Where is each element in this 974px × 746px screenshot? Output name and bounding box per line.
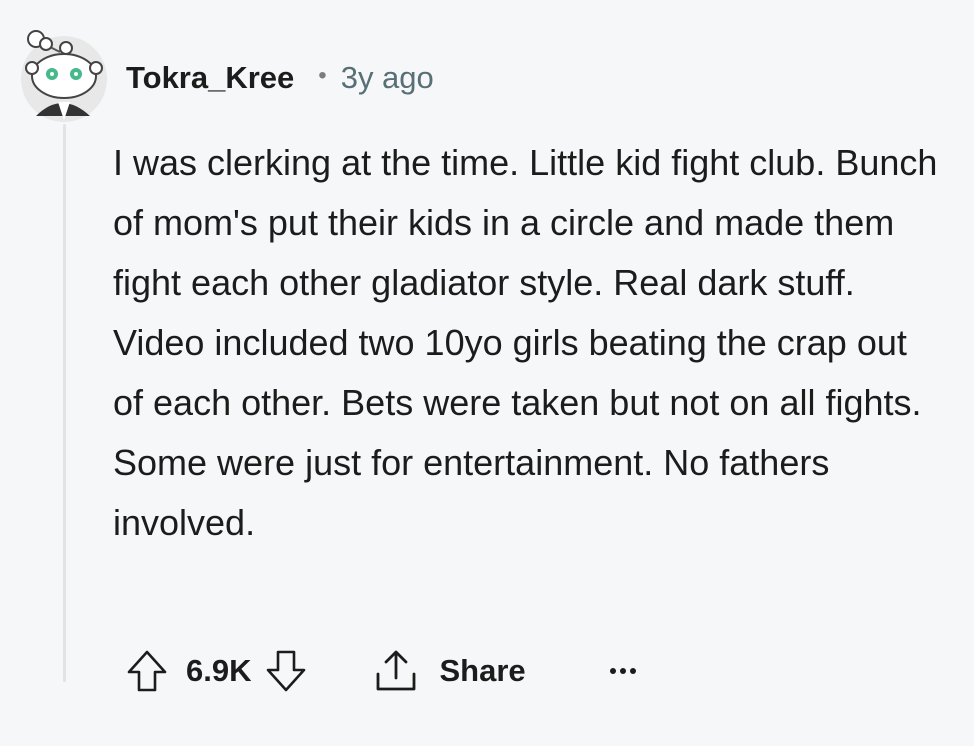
more-dot	[629, 668, 636, 674]
comment-timestamp[interactable]: 3y ago	[341, 60, 434, 96]
share-icon	[373, 648, 419, 694]
arrow-down-icon[interactable]	[265, 649, 307, 693]
avatar[interactable]	[14, 24, 110, 124]
more-dot	[619, 668, 626, 674]
comment-actions: 6.9K Share	[126, 644, 636, 698]
snoo-avatar-icon	[21, 30, 107, 122]
comment-body: I was clerking at the time. Little kid f…	[113, 142, 938, 543]
author-username[interactable]: Tokra_Kree	[126, 60, 294, 96]
comment-header: Tokra_Kree • 3y ago	[126, 56, 434, 100]
meta-separator: •	[318, 62, 327, 89]
more-options-icon[interactable]	[609, 668, 636, 674]
arrow-up-icon[interactable]	[126, 649, 168, 693]
thread-line[interactable]	[63, 124, 66, 682]
more-dot	[609, 668, 616, 674]
vote-score: 6.9K	[186, 653, 252, 688]
share-button[interactable]: Share	[373, 648, 526, 694]
share-label: Share	[439, 653, 526, 688]
